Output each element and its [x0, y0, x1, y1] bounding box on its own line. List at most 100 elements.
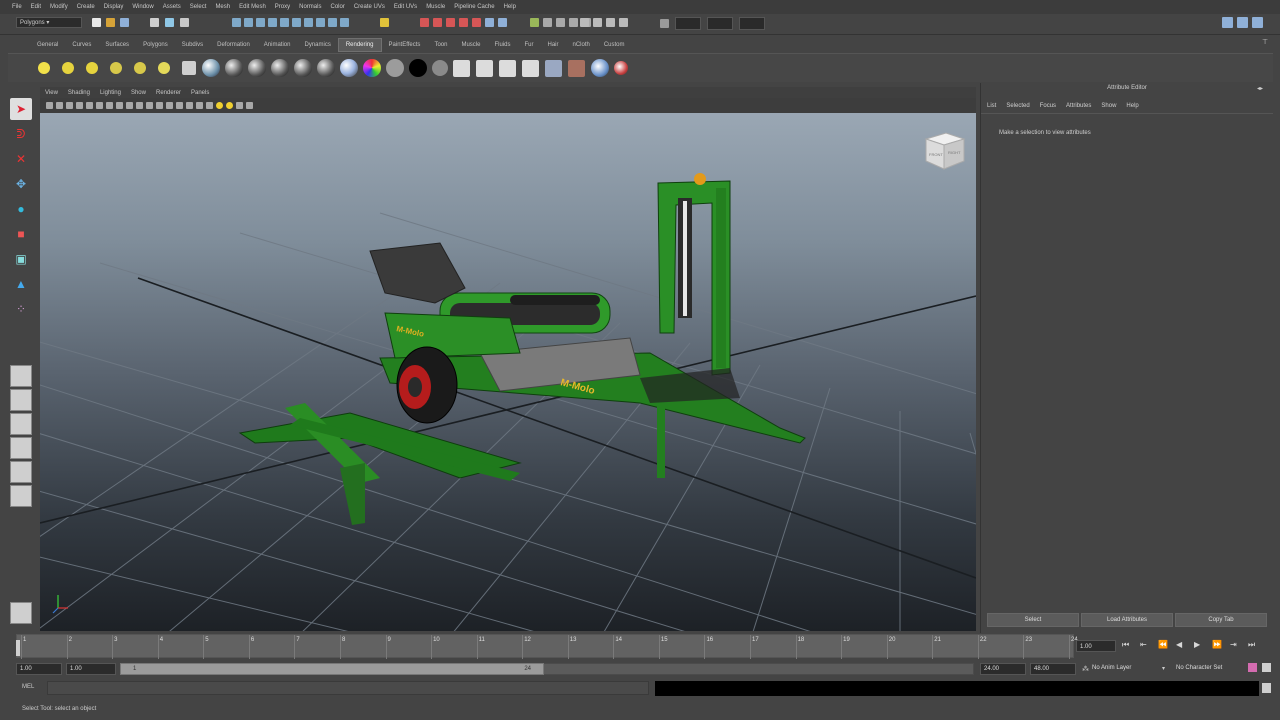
ae-menu-help[interactable]: Help [1126, 103, 1138, 109]
phonge-shader-icon[interactable] [294, 59, 312, 77]
menu-select[interactable]: Select [190, 4, 207, 10]
field-z[interactable] [739, 17, 765, 30]
select-button[interactable]: Select [987, 613, 1079, 627]
camera-attributes-icon[interactable] [56, 102, 63, 109]
shelf-tab-fluids[interactable]: Fluids [487, 39, 517, 51]
load-attributes-button[interactable]: Load Attributes [1081, 613, 1173, 627]
show-manipulator-icon[interactable]: ⁘ [10, 298, 32, 320]
view-cube[interactable]: FRONT RIGHT [920, 129, 966, 171]
range-slider-thumb[interactable]: 1 24 [120, 663, 544, 675]
viewport-menu-panels[interactable]: Panels [191, 90, 209, 96]
outliner-layout-icon[interactable] [10, 602, 32, 624]
toggle-attribute-editor-icon[interactable] [1222, 17, 1233, 28]
toggle-tool-settings-icon[interactable] [1237, 17, 1248, 28]
mask-deformers-icon[interactable] [280, 18, 289, 27]
animation-end-field[interactable]: 48.00 [1030, 663, 1076, 675]
mask-rendering-icon[interactable] [304, 18, 313, 27]
image-plane-icon[interactable] [76, 102, 83, 109]
shelf-tab-animation[interactable]: Animation [257, 39, 298, 51]
snap-point-icon[interactable] [446, 18, 455, 27]
menu-mesh[interactable]: Mesh [215, 4, 230, 10]
lasso-tool-icon[interactable]: ᕲ [10, 123, 32, 145]
character-set-selector[interactable]: No Character Set [1176, 665, 1222, 671]
shelf-tab-custom[interactable]: Custom [597, 39, 632, 51]
xray-joints-icon[interactable] [246, 102, 253, 109]
step-back-frame-icon[interactable]: ⇤ [1140, 640, 1147, 649]
new-scene-icon[interactable] [92, 18, 101, 27]
menu-proxy[interactable]: Proxy [275, 4, 290, 10]
mental-ray-icon[interactable] [614, 61, 628, 75]
four-view-layout-icon[interactable] [10, 389, 32, 411]
ipr-shelf-icon[interactable] [591, 59, 609, 77]
copy-tab-button[interactable]: Copy Tab [1175, 613, 1267, 627]
shelf-tab-polygons[interactable]: Polygons [136, 39, 175, 51]
select-object-icon[interactable] [165, 18, 174, 27]
ambient-light-icon[interactable] [158, 62, 170, 74]
point-light-icon[interactable] [38, 62, 50, 74]
shelf-tab-general[interactable]: General [30, 39, 65, 51]
field-chart-icon[interactable] [126, 102, 133, 109]
construction-history-icon[interactable] [530, 18, 539, 27]
camera-icon[interactable] [182, 61, 196, 75]
paint-select-tool-icon[interactable]: ✕ [10, 148, 32, 170]
default-lighting-icon[interactable] [206, 102, 213, 109]
isolate-select-icon[interactable] [236, 102, 243, 109]
node-editor-icon[interactable] [619, 18, 628, 27]
shadows-icon[interactable] [226, 102, 233, 109]
smooth-shade-icon[interactable] [166, 102, 173, 109]
menu-modify[interactable]: Modify [50, 4, 68, 10]
menu-window[interactable]: Window [132, 4, 153, 10]
animation-start-field[interactable]: 1.00 [16, 663, 62, 675]
select-hierarchy-icon[interactable] [150, 18, 159, 27]
viewport-menu-shading[interactable]: Shading [68, 90, 90, 96]
safe-title-icon[interactable] [146, 102, 153, 109]
bookmark-icon[interactable] [66, 102, 73, 109]
select-tool-icon[interactable]: ➤ [10, 98, 32, 120]
shelf-tab-toon[interactable]: Toon [427, 39, 454, 51]
command-input[interactable] [47, 681, 649, 695]
film-gate-icon[interactable] [96, 102, 103, 109]
script-editor-icon[interactable] [1262, 683, 1271, 693]
shading-map-icon[interactable] [363, 59, 381, 77]
single-perspective-layout-icon[interactable] [10, 365, 32, 387]
numeric-input-icon[interactable] [660, 19, 669, 28]
hypershade-icon[interactable] [580, 18, 589, 27]
toggle-channel-box-icon[interactable] [1252, 17, 1263, 28]
menu-create[interactable]: Create [77, 4, 95, 10]
viewport-scene[interactable]: M-Molo M-Molo [40, 113, 976, 631]
textured-icon[interactable] [196, 102, 203, 109]
anisotropic-shader-icon[interactable] [202, 59, 220, 77]
menu-file[interactable]: File [12, 4, 22, 10]
step-forward-frame-icon[interactable]: ⇥ [1230, 640, 1237, 649]
playback-start-field[interactable]: 1.00 [66, 663, 116, 675]
manipulator-tool-icon[interactable]: ▣ [10, 248, 32, 270]
mask-dynamics-icon[interactable] [292, 18, 301, 27]
menu-muscle[interactable]: Muscle [426, 4, 445, 10]
render-region-icon[interactable] [522, 59, 539, 77]
outliner-icon[interactable] [593, 18, 602, 27]
shelf-tab-painteffects[interactable]: PaintEffects [382, 39, 428, 51]
menu-help[interactable]: Help [504, 4, 516, 10]
viewport-menu-show[interactable]: Show [131, 90, 146, 96]
render-view-shelf-icon[interactable] [545, 59, 562, 77]
ae-menu-attributes[interactable]: Attributes [1066, 103, 1091, 109]
wireframe-on-shaded-icon[interactable] [176, 102, 183, 109]
xray-icon[interactable] [186, 102, 193, 109]
select-component-icon[interactable] [180, 18, 189, 27]
use-background-icon[interactable] [409, 59, 427, 77]
time-slider[interactable]: 1 2 3 4 5 6 7 8 9 10 11 12 13 14 15 16 17 18 19 20 21 22 23 24 [16, 634, 1078, 659]
persp-outliner-layout-icon[interactable] [10, 413, 32, 435]
output-ops-icon[interactable] [498, 18, 507, 27]
render-view-icon[interactable] [543, 18, 552, 27]
perspective-viewport[interactable]: M-Molo M-Molo FRONT RIGHT [40, 113, 976, 631]
step-forward-key-icon[interactable]: ⏩ [1212, 640, 1222, 649]
playback-end-field[interactable]: 24.00 [980, 663, 1026, 675]
menu-display[interactable]: Display [104, 4, 124, 10]
input-ops-icon[interactable] [485, 18, 494, 27]
viewport-menu-renderer[interactable]: Renderer [156, 90, 181, 96]
persp-graph-layout-icon[interactable] [10, 437, 32, 459]
magnet-icon[interactable] [380, 18, 389, 27]
go-to-end-icon[interactable]: ⏭ [1248, 640, 1255, 650]
blinn-shader-icon[interactable] [225, 59, 243, 77]
directional-light-icon[interactable] [62, 62, 74, 74]
